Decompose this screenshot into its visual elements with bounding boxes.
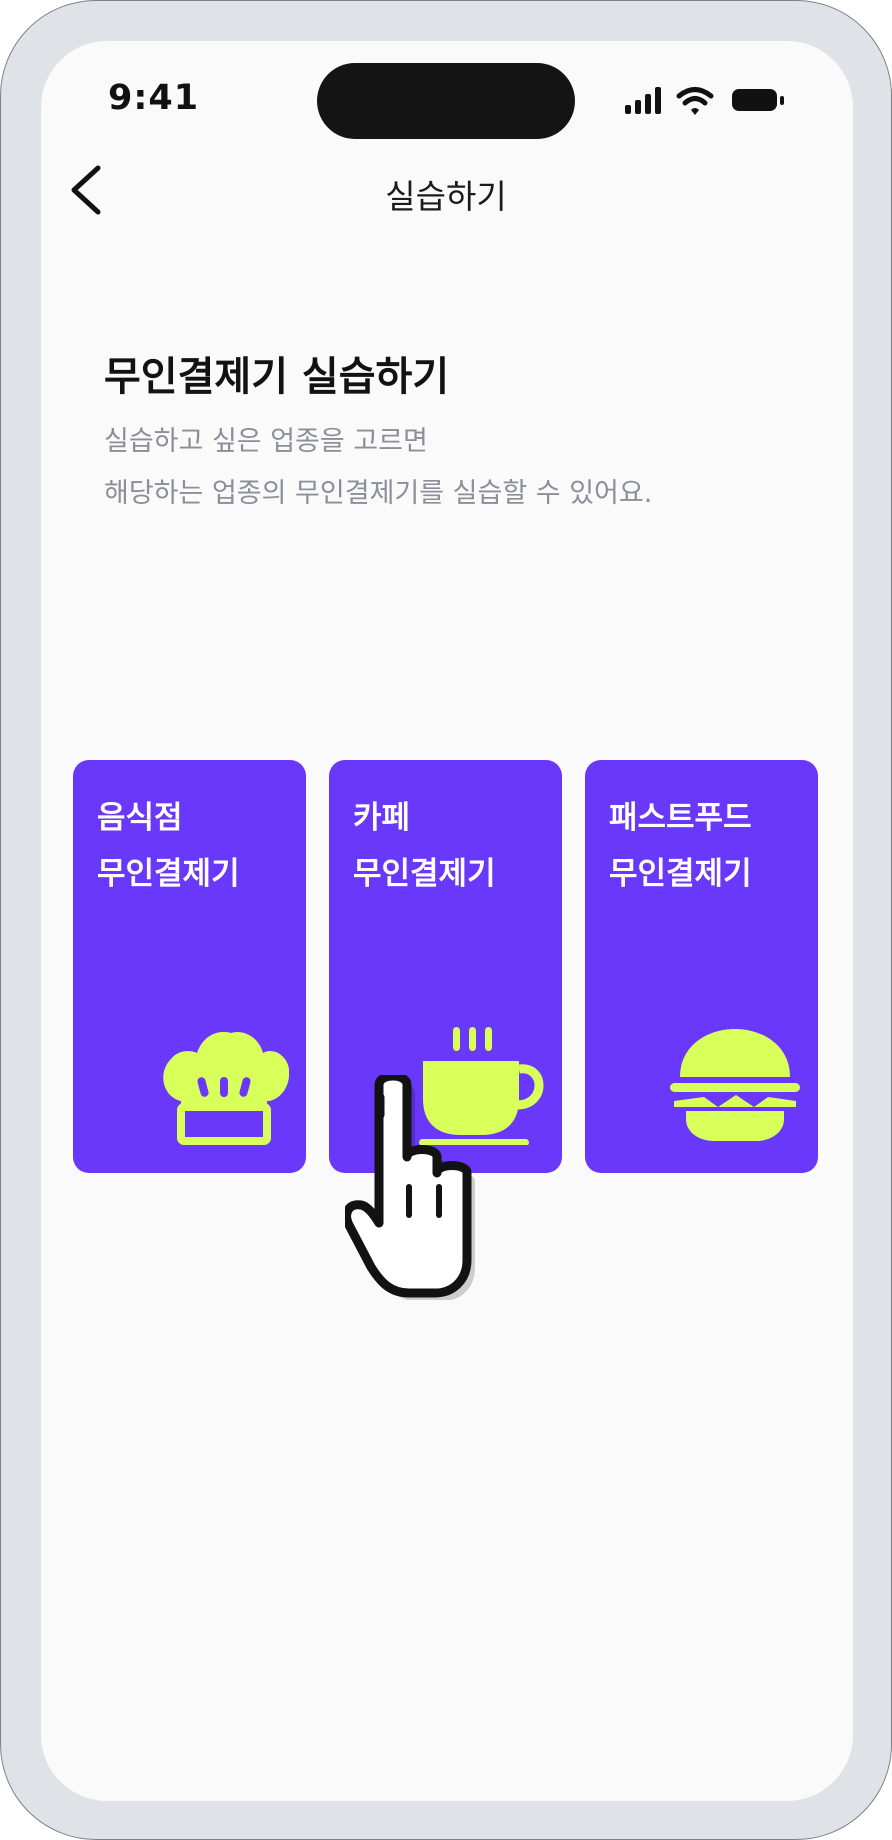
card-title-line1: 패스트푸드 — [609, 800, 752, 836]
pointing-hand-cursor-icon — [345, 1075, 475, 1300]
card-title-line1: 카페 — [353, 800, 411, 836]
signal-icon — [624, 86, 664, 120]
restaurant-kiosk-card[interactable]: 음식점 무인결제기 — [73, 760, 306, 1173]
card-title-line2: 무인결제기 — [97, 856, 240, 892]
section-headline: 무인결제기 실습하기 — [104, 354, 450, 400]
card-title: 패스트푸드 무인결제기 — [609, 790, 752, 902]
fastfood-kiosk-card[interactable]: 패스트푸드 무인결제기 — [585, 760, 818, 1173]
description-line: 실습하고 싶은 업종을 고르면 — [104, 426, 428, 457]
page-title: 실습하기 — [385, 177, 507, 216]
burger-icon — [670, 1029, 800, 1141]
chef-hat-icon — [163, 1031, 289, 1145]
section-description: 실습하고 싶은 업종을 고르면 해당하는 업종의 무인결제기를 실습할 수 있어… — [104, 416, 652, 520]
description-line: 해당하는 업종의 무인결제기를 실습할 수 있어요. — [104, 478, 653, 509]
card-title-line2: 무인결제기 — [353, 856, 496, 892]
card-title-line1: 음식점 — [97, 800, 183, 836]
card-title: 카페 무인결제기 — [353, 790, 496, 902]
battery-icon — [731, 86, 787, 120]
status-time: 9:41 — [108, 78, 200, 118]
card-title-line2: 무인결제기 — [609, 856, 752, 892]
status-icons — [624, 86, 790, 120]
dynamic-island — [317, 63, 575, 139]
wifi-icon — [676, 86, 714, 120]
card-title: 음식점 무인결제기 — [97, 790, 240, 902]
